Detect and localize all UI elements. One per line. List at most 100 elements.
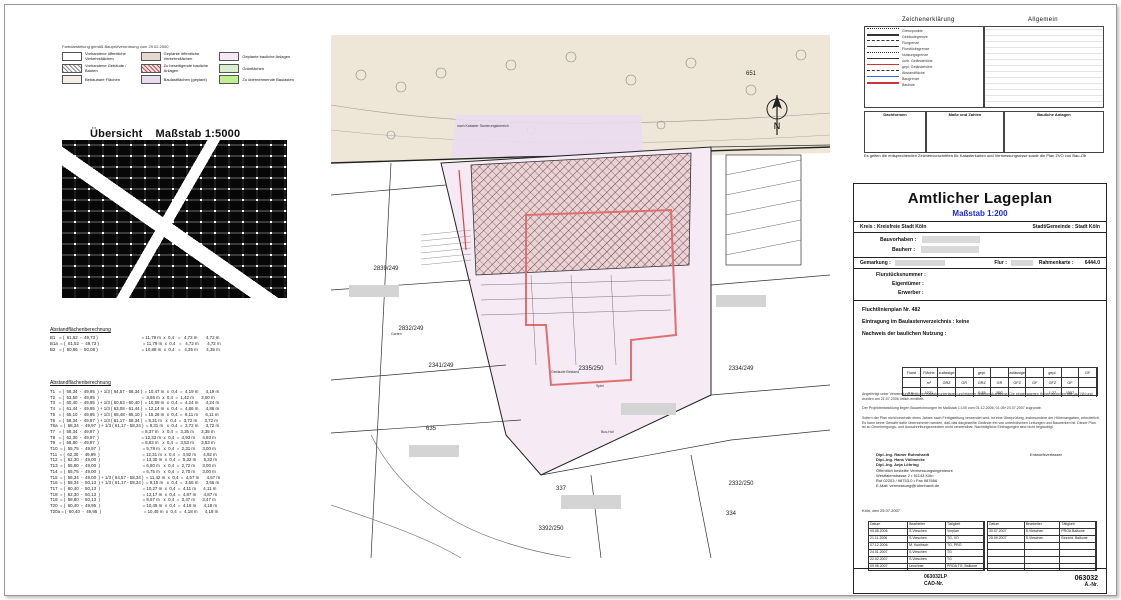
nutzung-cell [1079, 378, 1097, 387]
legend-item: Grünflächen [219, 63, 294, 73]
revision-table-left: Datum Bearbeiter Tätigkeit 09.08.2006 S.Vies… [868, 521, 985, 571]
north-arrow-icon: N [766, 95, 788, 135]
revision-header-cell: Tätigkeit [946, 522, 984, 528]
plan-note: Garten [391, 332, 402, 336]
revision-cell: S.Vieschen [908, 550, 947, 556]
site-plan-svg: 651 2839/249 2832/249 2341/249 2335/250 … [331, 35, 830, 558]
baulast-entry: Eintragung im Baulastenverzeichnis : kei… [862, 319, 970, 325]
revision-cell: S.Vieschen [1025, 536, 1061, 542]
revision-cell [1025, 550, 1061, 556]
note-paragraph: Angefertigt unter Verwendung amtlicher K… [862, 392, 1093, 401]
revision-cell [1025, 557, 1061, 563]
revision-cell [1060, 557, 1096, 563]
revision-cell: 30.07.2007 [988, 529, 1025, 535]
revision-cell [988, 550, 1025, 556]
plan-note: Bus-Hof [601, 430, 614, 434]
revision-row [988, 557, 1096, 564]
note-paragraph: Sofern der Plan nicht innerhalb eines Ja… [862, 416, 1100, 430]
revision-row: 25.09.2007 S.Vieschen Einricht. Balkone [988, 536, 1096, 543]
revision-cell: 25.09.2007 [988, 536, 1025, 542]
revision-cell: S.Vieschen [908, 529, 947, 535]
nutzung-cell: GFZ [1009, 378, 1027, 387]
place-date: Köln, den 25.07.2007 [862, 508, 901, 513]
note-paragraph: Der Projektentwicklung liegen Bauzeichnu… [862, 406, 1042, 410]
nutzung-cell: GRZ [938, 378, 956, 387]
nutzung-cell: zulässige [938, 368, 956, 377]
nutzung-cell: GR [956, 378, 974, 387]
legend-box-symbols [984, 26, 1104, 108]
erwerber-field: Erwerber : [898, 290, 924, 296]
nutzung-cell: GRZ [974, 378, 992, 387]
revision-row [988, 543, 1096, 550]
revision-cell [988, 557, 1025, 563]
parcel-label: 651 [746, 71, 757, 77]
legend-box-bauliche: Bauliche Anlagen [1004, 111, 1104, 153]
nutzung-cell: GFZ [1044, 378, 1062, 387]
legend-title-zeichen: Zeichenerklärung [902, 17, 955, 23]
entwurf-label: Entwurfsverfasser [1030, 452, 1063, 457]
legend-title-allgemein: Allgemein [1028, 17, 1058, 23]
revision-cell: TG, VO [946, 536, 984, 542]
revision-cell: TG [946, 550, 984, 556]
bauvorhaben-field: Bauvorhaben : [880, 236, 1106, 243]
overview-title: Übersicht Maßstab 1:5000 [90, 128, 241, 140]
eigentuemer-field: Eigentümer : [892, 281, 924, 287]
revision-cell: 21.11.2006 [869, 536, 909, 542]
revision-cell: 09.08.2006 [869, 529, 909, 535]
revision-cell: TG, PRO [946, 543, 984, 549]
parcel-label: 2335/250 [578, 366, 604, 372]
surveyor-signature-block: Dipl.-Ing. Rainer Ruhmhardt Dipl.-Ing. H… [876, 452, 953, 489]
revision-cell [1060, 550, 1096, 556]
color-legend-header: Farbdarstellung gemäß Bauprüfverordnung … [62, 44, 169, 49]
revision-cell: S.Vieschen [908, 536, 947, 542]
revision-cell: S.Vieschen [908, 557, 947, 563]
nutzung-cell: GR [991, 378, 1009, 387]
revision-row: 22.02.2007 S.Vieschen TG [869, 557, 984, 564]
nutzung-cell: m² [921, 378, 939, 387]
revision-row: 07.12.2006 M. Kunibsch TG, PRO [869, 543, 984, 550]
revision-header-cell: Bearbeiter [1025, 522, 1061, 528]
nutzung-heading: Nachweis der baulichen Nutzung : [862, 331, 947, 337]
nutzung-cell [1026, 368, 1045, 377]
distance-calc-title-1: Abstandflächenberechnung [50, 327, 111, 333]
revision-cell: Vorplan [946, 529, 984, 535]
distance-calc-table-1: B1 = ( 61,52 - 49,73 ) = 11,79 m x 0,4 =… [50, 335, 290, 352]
legend-box-lines: Grenzpunkte Gebäudegrenze Flurgrenze Flu… [864, 26, 984, 108]
bauherr-field: Bauherr : [892, 246, 1106, 253]
legend-item: Vorhandene öffentliche Verkehrsflächen [62, 51, 137, 61]
legend-item: Geplante öffentliche Verkehrsflächen [140, 51, 216, 61]
nutzung-cell [903, 378, 921, 387]
nutzung-cell [991, 368, 1009, 377]
nutzung-cell: GF [1062, 378, 1080, 387]
legend-item: Zu beseitigende bauliche Anlagen [140, 63, 216, 73]
legend-footnote: Es gelten die entsprechenden Zeichenvors… [864, 153, 1087, 158]
svg-text:N: N [774, 121, 781, 131]
nutzung-row: m² GRZ GR GRZ GR GFZ GF GFZ GF [903, 378, 1097, 388]
legend-item: Zu übernehmende Baulasten [219, 75, 294, 84]
revision-header: Datum Bearbeiter Tätigkeit [869, 522, 984, 529]
nutzung-cell: zulässige [1009, 368, 1027, 377]
legend-item: Geplante bauliche Anlagen [219, 51, 294, 61]
revision-cell: Einricht. Balkone [1060, 536, 1096, 542]
parcel-label: 3392/250 [538, 526, 564, 532]
plan-note: nach Kataster Sanierungsbereich [457, 124, 509, 128]
revision-header: Datum Bearbeiter Tätigkeit [988, 522, 1096, 529]
legend-item: Vorhandene Gebäude / Bauten [62, 63, 137, 73]
nutzung-cell: gepl. [1044, 368, 1062, 377]
plan-note: Gebäude Bestand [551, 370, 579, 374]
revision-header-cell: Bearbeiter [908, 522, 947, 528]
parcel-label: 2832/249 [398, 326, 424, 332]
color-legend: Farbdarstellung gemäß Bauprüfverordnung … [62, 44, 294, 84]
revision-row: 09.08.2006 S.Vieschen Vorplan [869, 529, 984, 536]
legend-item: Bebaubare Flächen [62, 75, 137, 84]
revision-row: 30.07.2007 S.Vieschen PROA Balkone [988, 529, 1096, 536]
parcel-label: 2341/249 [428, 363, 454, 369]
revision-cell [1060, 543, 1096, 549]
title-block: Amtlicher Lageplan Maßstab 1:200 Kreis :… [853, 183, 1107, 594]
legend-item: Baulastflächen (geplant) [140, 75, 216, 84]
revision-cell: 07.12.2006 [869, 543, 909, 549]
revision-row: 24.01.2007 S.Vieschen TG [869, 550, 984, 557]
parcel-label: 635 [426, 426, 437, 432]
district-row: Kreis : Kreisfreie Stadt Köln Stadt/Geme… [854, 222, 1106, 233]
calc-row: T20a = ( 60,40 - 49,95 ) = 10,45 m x 0,4… [50, 508, 219, 514]
